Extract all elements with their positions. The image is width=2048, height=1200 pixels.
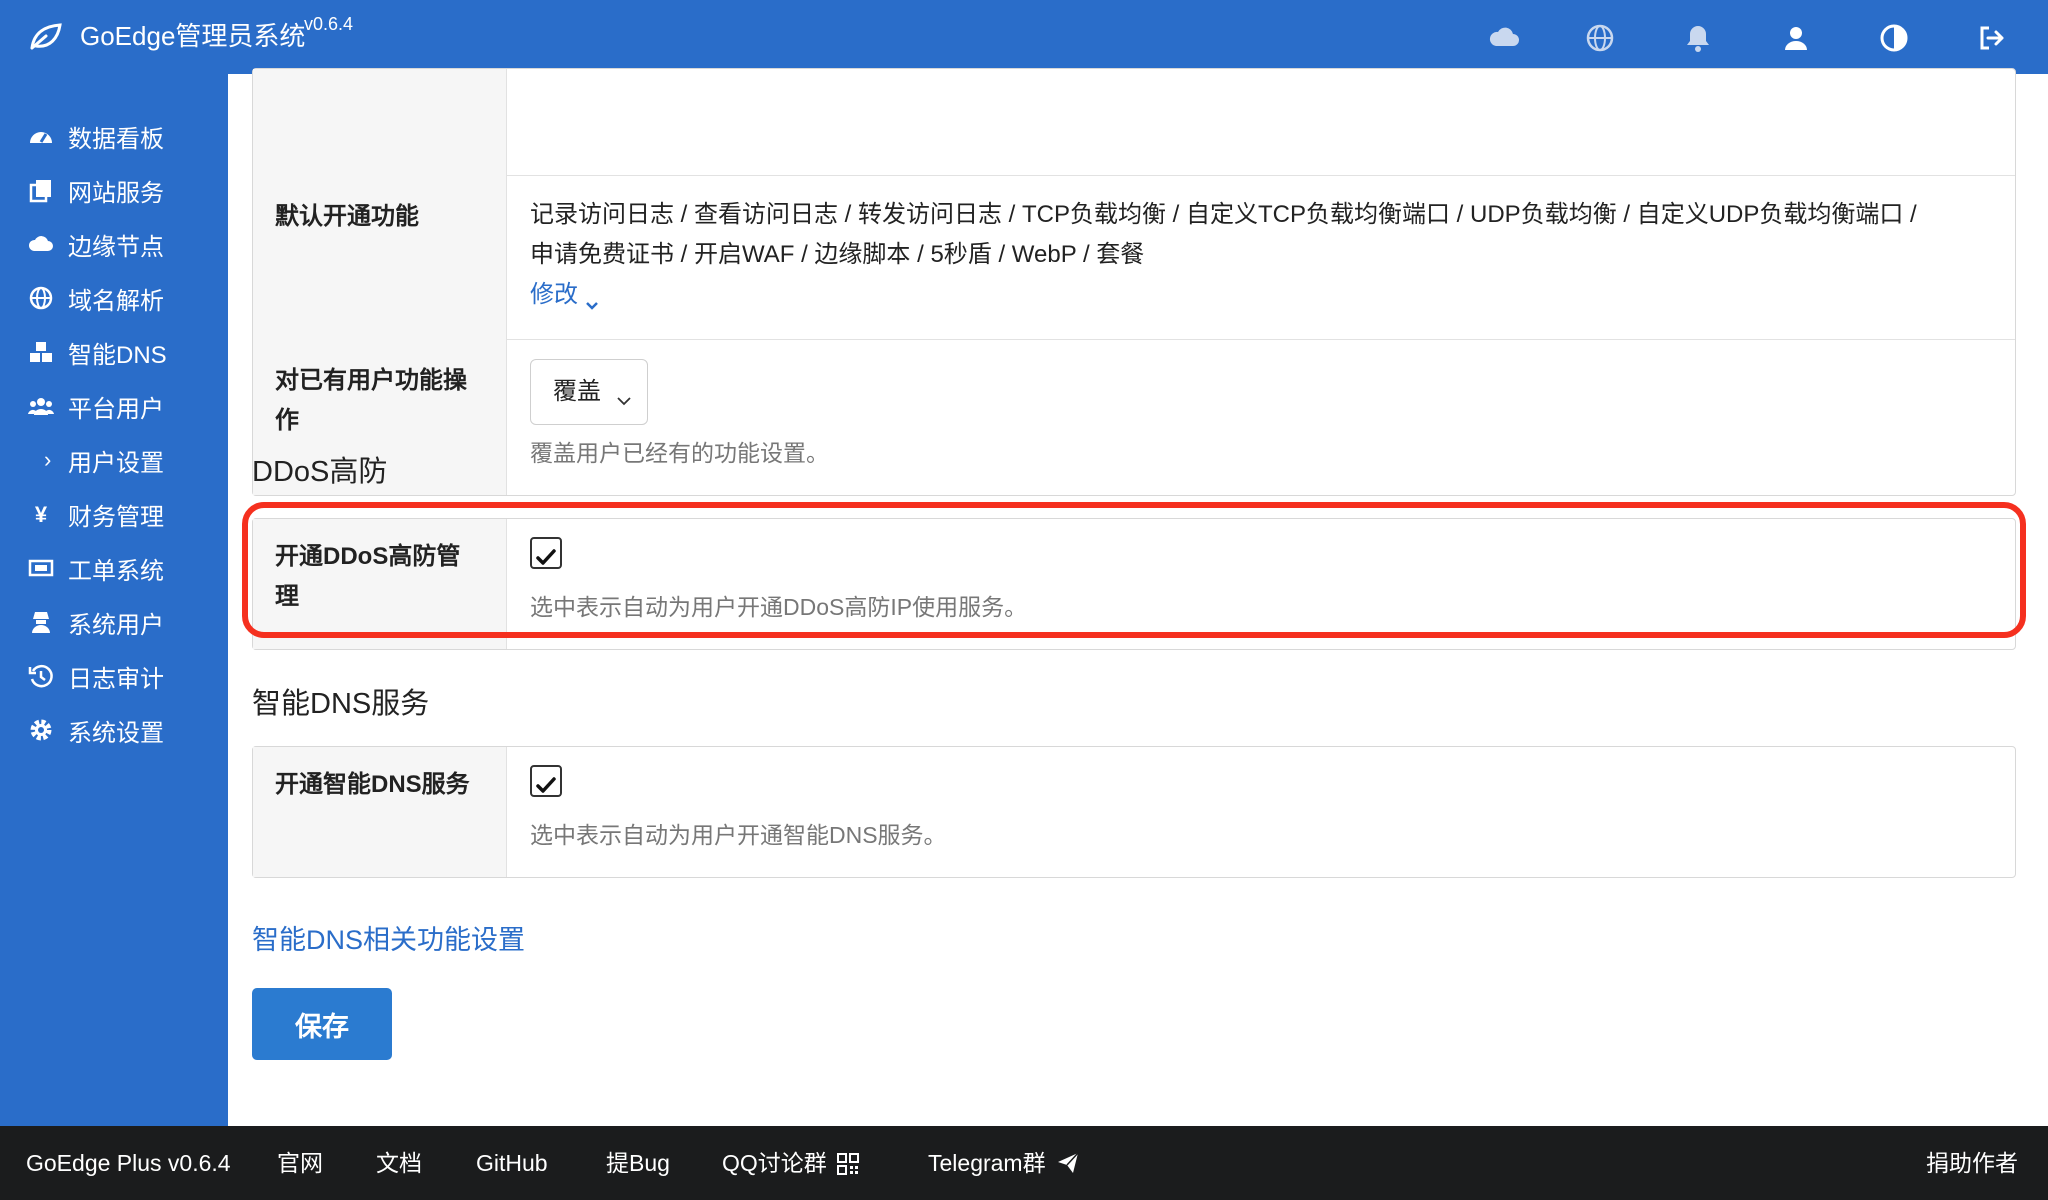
logout-icon[interactable] bbox=[1976, 22, 2008, 54]
main-content: 默认开通功能 记录访问日志 / 查看访问日志 / 转发访问日志 / TCP负载均… bbox=[228, 68, 2048, 1126]
dns-settings-link[interactable]: 智能DNS相关功能设置 bbox=[252, 918, 525, 957]
default-features-value: 记录访问日志 / 查看访问日志 / 转发访问日志 / TCP负载均衡 / 自定义… bbox=[508, 175, 2015, 339]
chevron-down-icon bbox=[584, 287, 600, 310]
dns-checkbox[interactable] bbox=[530, 765, 562, 797]
footer-official-site-link[interactable]: 官网 bbox=[277, 1148, 323, 1178]
footer: GoEdge Plus v0.6.4 官网 文档 GitHub 提Bug QQ讨… bbox=[0, 1126, 2048, 1200]
ddos-help: 选中表示自动为用户开通DDoS高防IP使用服务。 bbox=[530, 594, 1028, 620]
chevron-down-icon bbox=[615, 383, 633, 406]
sidebar-item-label: 工单系统 bbox=[68, 557, 164, 585]
existing-users-help: 覆盖用户已经有的功能设置。 bbox=[530, 440, 829, 466]
sidebar-item-label: 智能DNS bbox=[68, 341, 167, 369]
dashboard-icon bbox=[28, 123, 54, 149]
sidebar-item-system-users[interactable]: 系统用户 bbox=[0, 594, 228, 650]
user-secret-icon bbox=[28, 609, 54, 635]
sidebar-item-label: 财务管理 bbox=[68, 503, 164, 531]
dns-value: 选中表示自动为用户开通智能DNS服务。 bbox=[508, 747, 2015, 877]
sidebar-item-label: 用户设置 bbox=[68, 449, 164, 477]
sidebar-item-finance[interactable]: ¥ 财务管理 bbox=[0, 486, 228, 542]
ddos-checkbox[interactable] bbox=[530, 537, 562, 569]
user-icon[interactable] bbox=[1780, 22, 1812, 54]
footer-version[interactable]: GoEdge Plus v0.6.4 bbox=[26, 1148, 231, 1178]
default-features-label: 默认开通功能 bbox=[253, 175, 507, 339]
ddos-section-title: DDoS高防 bbox=[252, 456, 388, 488]
sidebar: 数据看板 网站服务 边缘节点 域名解析 智能DNS 平台用户 › 用户设置 ¥ … bbox=[0, 74, 228, 1126]
sidebar-item-label: 数据看板 bbox=[68, 125, 164, 153]
chevron-right-icon: › bbox=[44, 447, 52, 472]
cubes-icon bbox=[28, 339, 54, 365]
gear-icon bbox=[28, 717, 54, 743]
table-row: 对已有用户功能操作 覆盖 覆盖用户已经有的功能设置。 bbox=[253, 339, 2015, 495]
bell-icon[interactable] bbox=[1682, 22, 1714, 54]
sidebar-item-label: 边缘节点 bbox=[68, 233, 164, 261]
table-row: 开通DDoS高防管理 选中表示自动为用户开通DDoS高防IP使用服务。 bbox=[253, 519, 2015, 649]
existing-users-select[interactable]: 覆盖 bbox=[530, 359, 648, 425]
svg-text:¥: ¥ bbox=[35, 502, 48, 527]
default-features-line2: 申请免费证书 / 开启WAF / 边缘脚本 / 5秒盾 / WebP / 套餐 bbox=[530, 241, 1145, 268]
theme-toggle-icon[interactable] bbox=[1878, 22, 1910, 54]
sidebar-item-label: 系统设置 bbox=[68, 719, 164, 747]
copy-icon bbox=[28, 177, 54, 203]
dns-panel: 开通智能DNS服务 选中表示自动为用户开通智能DNS服务。 bbox=[252, 746, 2016, 878]
ddos-label: 开通DDoS高防管理 bbox=[253, 519, 507, 649]
sidebar-item-label: 网站服务 bbox=[68, 179, 164, 207]
select-value: 覆盖 bbox=[553, 378, 601, 405]
features-panel: 默认开通功能 记录访问日志 / 查看访问日志 / 转发访问日志 / TCP负载均… bbox=[252, 68, 2016, 496]
footer-telegram-label: Telegram群 bbox=[928, 1150, 1046, 1176]
app-version: v0.6.4 bbox=[304, 14, 354, 34]
row-value bbox=[508, 69, 2015, 175]
app-title[interactable]: GoEdge管理员系统 bbox=[80, 18, 305, 54]
sidebar-item-label: 平台用户 bbox=[68, 395, 164, 423]
history-icon bbox=[28, 663, 54, 689]
dns-label: 开通智能DNS服务 bbox=[253, 747, 507, 877]
sidebar-item-websites[interactable]: 网站服务 bbox=[0, 162, 228, 218]
leaf-logo-icon[interactable] bbox=[28, 22, 62, 52]
sidebar-item-dashboard[interactable]: 数据看板 bbox=[0, 108, 228, 164]
footer-github-link[interactable]: GitHub bbox=[476, 1148, 548, 1178]
table-row bbox=[253, 69, 2015, 176]
sidebar-item-tickets[interactable]: 工单系统 bbox=[0, 540, 228, 596]
cloud-icon bbox=[28, 231, 54, 257]
checkmark-icon bbox=[535, 542, 557, 565]
paper-plane-icon bbox=[1056, 1151, 1080, 1175]
sidebar-item-audit-log[interactable]: 日志审计 bbox=[0, 648, 228, 704]
existing-users-value: 覆盖 覆盖用户已经有的功能设置。 bbox=[508, 339, 2015, 495]
sidebar-item-smart-dns[interactable]: 智能DNS bbox=[0, 324, 228, 380]
modify-link-label: 修改 bbox=[530, 281, 578, 308]
qrcode-icon bbox=[836, 1152, 859, 1175]
footer-qq-label: QQ讨论群 bbox=[722, 1150, 827, 1176]
checkmark-icon bbox=[535, 770, 557, 793]
table-row: 默认开通功能 记录访问日志 / 查看访问日志 / 转发访问日志 / TCP负载均… bbox=[253, 175, 2015, 340]
ddos-value: 选中表示自动为用户开通DDoS高防IP使用服务。 bbox=[508, 519, 2015, 649]
sidebar-item-label: 系统用户 bbox=[68, 611, 164, 639]
sidebar-item-platform-users[interactable]: 平台用户 bbox=[0, 378, 228, 434]
dns-section-title: 智能DNS服务 bbox=[252, 688, 430, 720]
sidebar-item-edge-nodes[interactable]: 边缘节点 bbox=[0, 216, 228, 272]
globe-icon bbox=[28, 285, 54, 311]
sidebar-item-label: 日志审计 bbox=[68, 665, 164, 693]
ddos-panel: 开通DDoS高防管理 选中表示自动为用户开通DDoS高防IP使用服务。 bbox=[252, 518, 2016, 650]
modify-link[interactable]: 修改 bbox=[530, 275, 600, 315]
sidebar-item-system-settings[interactable]: 系统设置 bbox=[0, 702, 228, 758]
sidebar-item-label: 域名解析 bbox=[68, 287, 164, 315]
globe-icon[interactable] bbox=[1584, 22, 1616, 54]
footer-qq-link[interactable]: QQ讨论群 bbox=[722, 1148, 859, 1178]
yen-icon: ¥ bbox=[28, 501, 54, 527]
dns-help: 选中表示自动为用户开通智能DNS服务。 bbox=[530, 822, 947, 848]
footer-telegram-link[interactable]: Telegram群 bbox=[928, 1148, 1080, 1178]
users-icon bbox=[28, 393, 54, 419]
table-row: 开通智能DNS服务 选中表示自动为用户开通智能DNS服务。 bbox=[253, 747, 2015, 877]
default-features-line1: 记录访问日志 / 查看访问日志 / 转发访问日志 / TCP负载均衡 / 自定义… bbox=[530, 201, 1917, 228]
footer-docs-link[interactable]: 文档 bbox=[376, 1148, 422, 1178]
sidebar-item-dns-resolve[interactable]: 域名解析 bbox=[0, 270, 228, 326]
save-button[interactable]: 保存 bbox=[252, 988, 392, 1060]
sidebar-item-user-settings[interactable]: › 用户设置 bbox=[0, 432, 228, 488]
footer-donate-link[interactable]: 捐助作者 bbox=[1926, 1148, 2018, 1178]
top-bar: GoEdge管理员系统 v0.6.4 bbox=[0, 0, 2048, 74]
ticket-icon bbox=[28, 555, 54, 581]
cloud-icon[interactable] bbox=[1488, 22, 1520, 54]
footer-bug-link[interactable]: 提Bug bbox=[606, 1148, 670, 1178]
row-label bbox=[253, 69, 507, 175]
